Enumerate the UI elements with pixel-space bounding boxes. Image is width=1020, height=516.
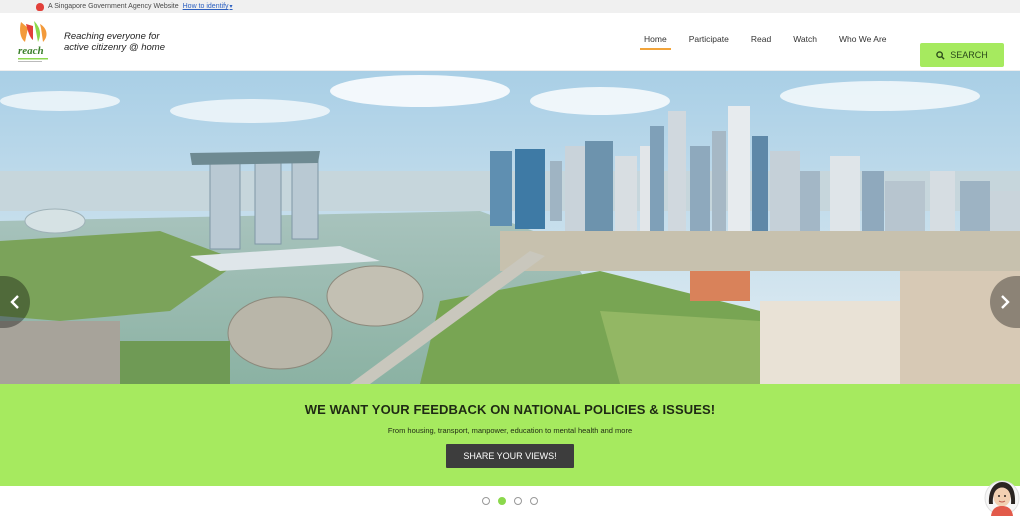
main-navigation: Home Participate Read Watch Who We Are (640, 34, 905, 50)
how-to-identify-link[interactable]: How to identify ▾ (183, 3, 233, 10)
carousel-dot-2[interactable] (498, 497, 506, 505)
how-to-identify-label[interactable]: How to identify (183, 3, 229, 10)
gov-banner-text: A Singapore Government Agency Website (48, 3, 179, 10)
reach-logo[interactable]: reach (16, 18, 52, 68)
tagline-line-2: active citizenry @ home (64, 42, 165, 53)
chevron-down-icon: ▾ (229, 4, 233, 10)
carousel-dot-4[interactable] (530, 497, 538, 505)
chevron-left-icon (10, 295, 19, 309)
carousel-indicators (482, 497, 538, 505)
nav-who-we-are[interactable]: Who We Are (835, 34, 891, 50)
carousel-dot-1[interactable] (482, 497, 490, 505)
feedback-heading: WE WANT YOUR FEEDBACK ON NATIONAL POLICI… (304, 402, 716, 417)
logo-text: reach (18, 45, 44, 57)
feedback-banner: WE WANT YOUR FEEDBACK ON NATIONAL POLICI… (0, 384, 1020, 486)
chevron-right-icon (1001, 295, 1010, 309)
search-label: SEARCH (950, 50, 988, 60)
site-tagline: Reaching everyone for active citizenry @… (64, 31, 184, 53)
lion-head-icon (36, 2, 44, 11)
nav-participate[interactable]: Participate (685, 34, 733, 50)
tagline-line-1: Reaching everyone for (64, 31, 160, 42)
nav-home[interactable]: Home (640, 34, 671, 50)
nav-watch[interactable]: Watch (789, 34, 821, 50)
hero-carousel (0, 71, 1020, 384)
singapore-skyline-image (0, 71, 1020, 384)
search-icon (936, 50, 945, 60)
search-button[interactable]: SEARCH (920, 43, 1004, 67)
carousel-dot-3[interactable] (514, 497, 522, 505)
nav-read[interactable]: Read (747, 34, 775, 50)
site-header: reach Reaching everyone for active citiz… (0, 13, 1020, 71)
chat-assistant-avatar-icon[interactable] (984, 478, 1020, 516)
feedback-subtext: From housing, transport, manpower, educa… (387, 426, 633, 435)
share-your-views-button[interactable]: SHARE YOUR VIEWS! (446, 444, 574, 468)
government-banner: A Singapore Government Agency Website Ho… (0, 0, 1020, 13)
